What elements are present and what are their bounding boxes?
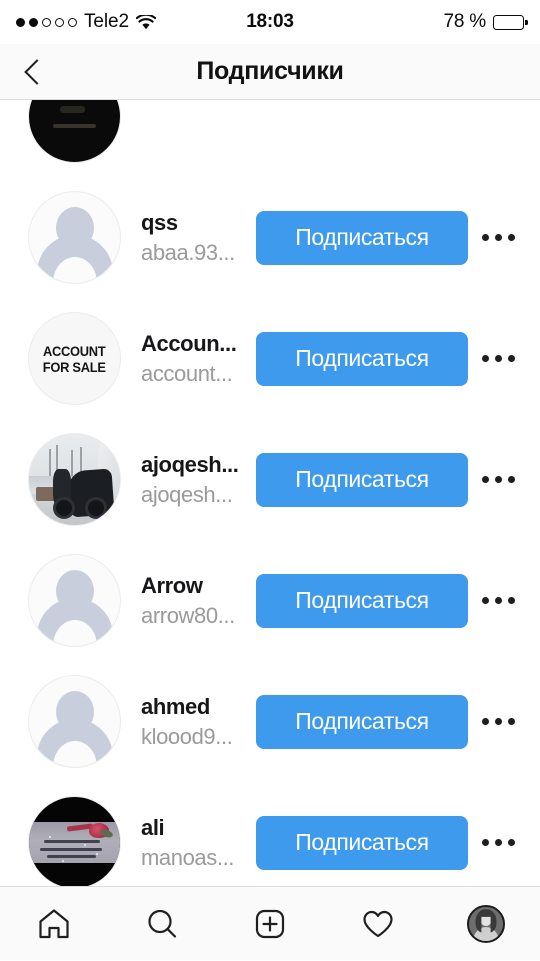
list-item[interactable]: ahmed kloood9... Подписаться	[0, 661, 540, 782]
follow-button[interactable]: Подписаться	[256, 331, 468, 386]
heart-icon	[360, 906, 396, 942]
nav-header: Подписчики	[0, 44, 540, 100]
follow-button[interactable]: Подписаться	[256, 210, 468, 265]
home-icon	[36, 906, 72, 942]
tab-profile[interactable]	[447, 887, 525, 961]
tab-search[interactable]	[123, 887, 201, 961]
avatar[interactable]	[28, 191, 121, 284]
status-bar: Tele2 18:03 78 %	[0, 0, 540, 44]
carrier-label: Tele2	[84, 11, 129, 32]
avatar[interactable]: ACCOUNT FOR SALE	[28, 312, 121, 405]
more-horizontal-icon[interactable]	[470, 337, 526, 381]
follow-button[interactable]: Подписаться	[256, 452, 468, 507]
list-item[interactable]: ACCOUNT FOR SALE Accoun... account... По…	[0, 298, 540, 419]
status-bar-left: Tele2	[16, 11, 157, 33]
status-bar-right: 78 %	[443, 11, 528, 33]
avatar-sale-text: ACCOUNT FOR SALE	[43, 343, 106, 375]
avatar[interactable]	[28, 554, 121, 647]
wifi-icon	[135, 13, 157, 30]
list-item[interactable]: Arrow arrow80... Подписаться	[0, 540, 540, 661]
avatar-dark-clipped[interactable]	[28, 100, 121, 163]
bottom-tab-bar	[0, 886, 540, 960]
list-item-clipped[interactable]	[0, 100, 540, 177]
avatar-sale-line1: ACCOUNT	[43, 342, 106, 359]
avatar[interactable]	[28, 796, 121, 886]
more-horizontal-icon[interactable]	[470, 579, 526, 623]
avatar-sale-line2: FOR SALE	[43, 358, 106, 375]
more-horizontal-icon[interactable]	[470, 458, 526, 502]
back-button[interactable]	[6, 44, 62, 100]
list-item[interactable]: qss abaa.93... Подписаться	[0, 177, 540, 298]
instagram-followers-screen: Tele2 18:03 78 % Подписчики qss abaa.93.…	[0, 0, 540, 960]
more-horizontal-icon[interactable]	[470, 700, 526, 744]
chevron-left-icon	[23, 58, 50, 85]
follow-button[interactable]: Подписаться	[256, 694, 468, 749]
tab-home[interactable]	[15, 887, 93, 961]
add-post-icon	[252, 906, 288, 942]
follow-button[interactable]: Подписаться	[256, 815, 468, 870]
more-horizontal-icon[interactable]	[470, 216, 526, 260]
followers-list[interactable]: qss abaa.93... Подписаться ACCOUNT FOR S…	[0, 100, 540, 886]
list-item[interactable]: ajoqesh... ajoqesh... Подписаться	[0, 419, 540, 540]
battery-icon	[493, 14, 528, 30]
tab-add-post[interactable]	[231, 887, 309, 961]
avatar[interactable]	[28, 433, 121, 526]
list-item[interactable]: ali manoas... Подписаться	[0, 782, 540, 886]
tab-activity[interactable]	[339, 887, 417, 961]
battery-percent-label: 78 %	[443, 11, 486, 32]
more-horizontal-icon[interactable]	[470, 821, 526, 865]
page-title: Подписчики	[196, 57, 344, 85]
signal-strength-icon	[16, 17, 77, 27]
search-icon	[144, 906, 180, 942]
follow-button[interactable]: Подписаться	[256, 573, 468, 628]
profile-avatar-icon	[467, 904, 505, 943]
avatar[interactable]	[28, 675, 121, 768]
